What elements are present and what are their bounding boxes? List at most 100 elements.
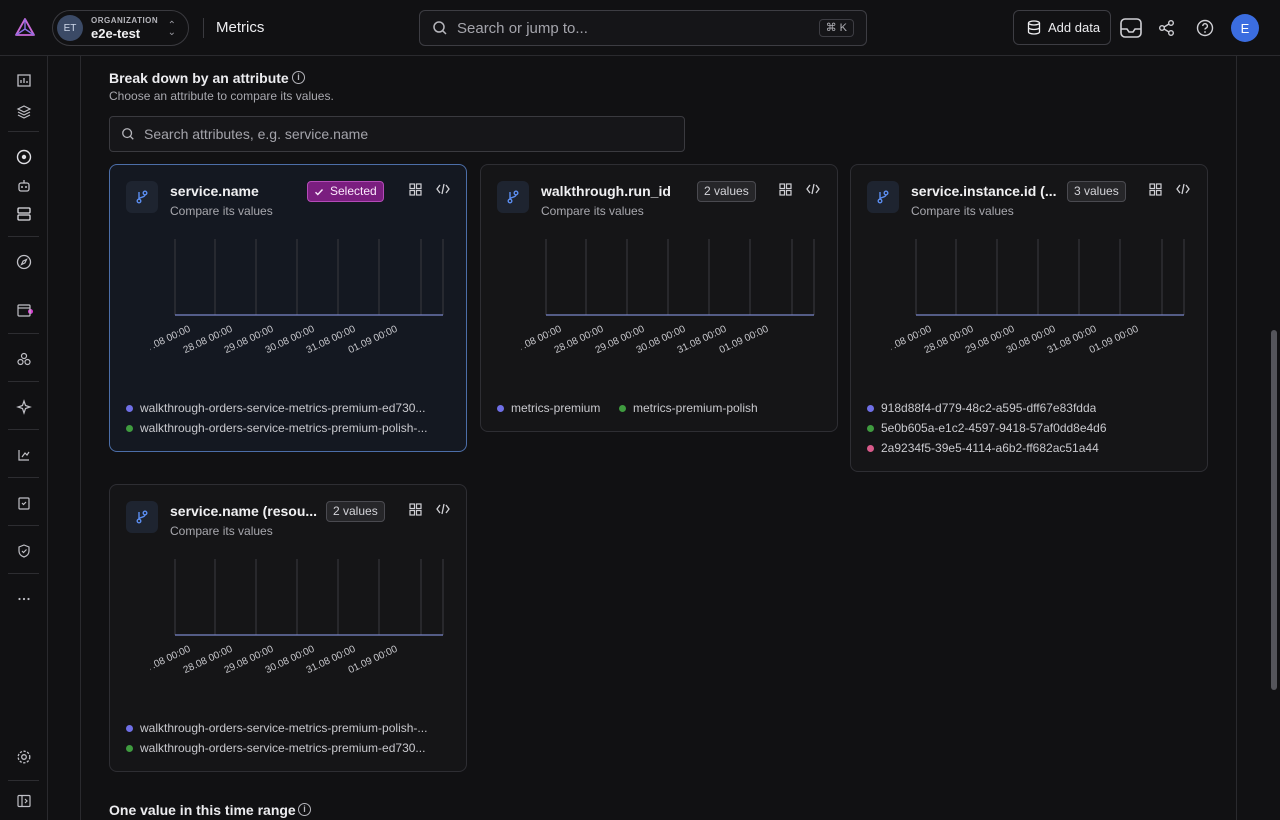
attribute-card[interactable]: service.name Compare its values Selected… <box>109 164 467 452</box>
values-count-badge[interactable]: 2 values <box>326 501 385 522</box>
grid-view-icon[interactable] <box>407 501 423 517</box>
check-icon <box>315 189 324 196</box>
attribute-card[interactable]: walkthrough.run_id Compare its values 2 … <box>480 164 838 432</box>
top-bar: ET ORGANIZATION e2e-test ⌃ ⌄ Metrics Sear… <box>0 0 1280 56</box>
info-icon[interactable]: i <box>298 803 311 816</box>
line-chart: 27.08 00:0028.08 00:0029.08 00:0030.08 0… <box>891 239 1185 356</box>
section-subtitle: Choose an attribute to compare its value… <box>109 89 334 103</box>
card-subtitle: Compare its values <box>911 204 1014 218</box>
line-chart: 27.08 00:0028.08 00:0029.08 00:0030.08 0… <box>150 239 444 356</box>
card-subtitle: Compare its values <box>541 204 644 218</box>
organization-switcher[interactable]: ET ORGANIZATION e2e-test ⌃ ⌄ <box>52 10 189 46</box>
inbox-icon[interactable] <box>1119 16 1143 40</box>
robot-icon[interactable] <box>14 176 34 196</box>
org-label: ORGANIZATION <box>91 15 159 25</box>
legend-item: metrics-premium-polish <box>619 401 758 415</box>
selected-badge-label: Selected <box>330 184 377 198</box>
sidebar-separator <box>8 429 39 430</box>
card-title: walkthrough.run_id <box>541 183 671 199</box>
card-subtitle: Compare its values <box>170 524 273 538</box>
pipeline-icon[interactable] <box>14 445 34 465</box>
grid-view-icon[interactable] <box>1147 181 1163 197</box>
sidebar-separator <box>8 333 39 334</box>
attribute-card[interactable]: service.name (resou... Compare its value… <box>109 484 467 772</box>
chevron-up-down-icon: ⌃ ⌄ <box>167 20 176 38</box>
shield-icon[interactable] <box>14 541 34 561</box>
section-title: Break down by an attribute <box>109 70 289 86</box>
legend-dot <box>867 404 874 412</box>
cluster-icon[interactable] <box>14 349 34 369</box>
layers-icon[interactable] <box>14 102 34 122</box>
legend-label: walkthrough-orders-service-metrics-premi… <box>140 421 428 435</box>
legend-item: 918d88f4-d779-48c2-a595-dff67e83fdda <box>867 401 1096 415</box>
card-title: service.name (resou... <box>170 503 318 519</box>
add-data-label: Add data <box>1048 20 1101 35</box>
code-icon[interactable] <box>435 181 451 197</box>
more-icon[interactable] <box>14 589 34 609</box>
org-name: e2e-test <box>91 25 141 41</box>
attribute-search-placeholder: Search attributes, e.g. service.name <box>144 126 369 142</box>
legend-dot <box>126 404 133 412</box>
sparkle-icon[interactable] <box>14 397 34 417</box>
clipboard-icon[interactable] <box>14 493 34 513</box>
user-avatar[interactable]: E <box>1231 14 1259 42</box>
code-icon[interactable] <box>435 501 451 517</box>
card-title: service.instance.id (... <box>911 183 1057 199</box>
sidebar-separator <box>8 477 39 478</box>
help-icon[interactable] <box>1193 16 1217 40</box>
database-icon <box>1027 20 1041 35</box>
header-divider <box>203 18 204 38</box>
selected-badge[interactable]: Selected <box>307 181 384 202</box>
legend-item: walkthrough-orders-service-metrics-premi… <box>126 401 450 415</box>
compass-icon[interactable] <box>14 252 34 272</box>
values-count-badge[interactable]: 2 values <box>697 181 756 202</box>
scrollbar[interactable] <box>1271 330 1277 690</box>
search-placeholder: Search or jump to... <box>457 19 588 37</box>
legend-item: 5e0b605a-e1c2-4597-9418-57af0dd8e4d6 <box>867 421 1107 435</box>
sidebar-separator <box>8 236 39 237</box>
legend-item: metrics-premium <box>497 401 600 415</box>
legend-item: 2a9234f5-39e5-4114-a6b2-ff682ac51a44 <box>867 441 1099 455</box>
search-icon <box>122 128 134 140</box>
grid-view-icon[interactable] <box>407 181 423 197</box>
attribute-search-input[interactable]: Search attributes, e.g. service.name <box>109 116 685 152</box>
card-subtitle: Compare its values <box>170 204 273 218</box>
info-icon[interactable]: i <box>292 71 305 84</box>
branch-icon <box>867 181 899 213</box>
calendar-icon[interactable] <box>14 300 34 320</box>
branch-icon <box>126 181 158 213</box>
code-icon[interactable] <box>1175 181 1191 197</box>
app-logo-icon[interactable] <box>13 16 37 40</box>
global-search-input[interactable]: Search or jump to... ⌘ K <box>419 10 867 46</box>
sidebar <box>0 56 48 820</box>
share-icon[interactable] <box>1155 16 1179 40</box>
legend-dot <box>126 744 133 752</box>
card-title: service.name <box>170 183 259 199</box>
target-icon[interactable] <box>14 147 34 167</box>
sidebar-toggle-icon[interactable] <box>14 791 34 811</box>
branch-icon <box>126 501 158 533</box>
legend-dot <box>619 404 626 412</box>
page-title: Metrics <box>216 19 265 36</box>
legend-label: metrics-premium <box>511 401 601 415</box>
code-icon[interactable] <box>805 181 821 197</box>
gear-icon[interactable] <box>14 747 34 767</box>
values-count-badge[interactable]: 3 values <box>1067 181 1126 202</box>
legend-label: walkthrough-orders-service-metrics-premi… <box>140 741 426 755</box>
legend-label: metrics-premium-polish <box>633 401 758 415</box>
legend-dot <box>867 424 874 432</box>
sidebar-separator <box>8 780 39 781</box>
dashboard-icon[interactable] <box>14 70 34 90</box>
attribute-card[interactable]: service.instance.id (... Compare its val… <box>850 164 1208 472</box>
add-data-button[interactable]: Add data <box>1013 10 1111 45</box>
legend-dot <box>126 424 133 432</box>
sidebar-separator <box>8 525 39 526</box>
server-icon[interactable] <box>14 204 34 224</box>
sidebar-separator <box>8 573 39 574</box>
legend-label: walkthrough-orders-service-metrics-premi… <box>140 721 428 735</box>
legend-label: 5e0b605a-e1c2-4597-9418-57af0dd8e4d6 <box>881 421 1107 435</box>
branch-icon <box>497 181 529 213</box>
legend-item: walkthrough-orders-service-metrics-premi… <box>126 741 450 755</box>
search-icon <box>433 21 447 35</box>
grid-view-icon[interactable] <box>777 181 793 197</box>
